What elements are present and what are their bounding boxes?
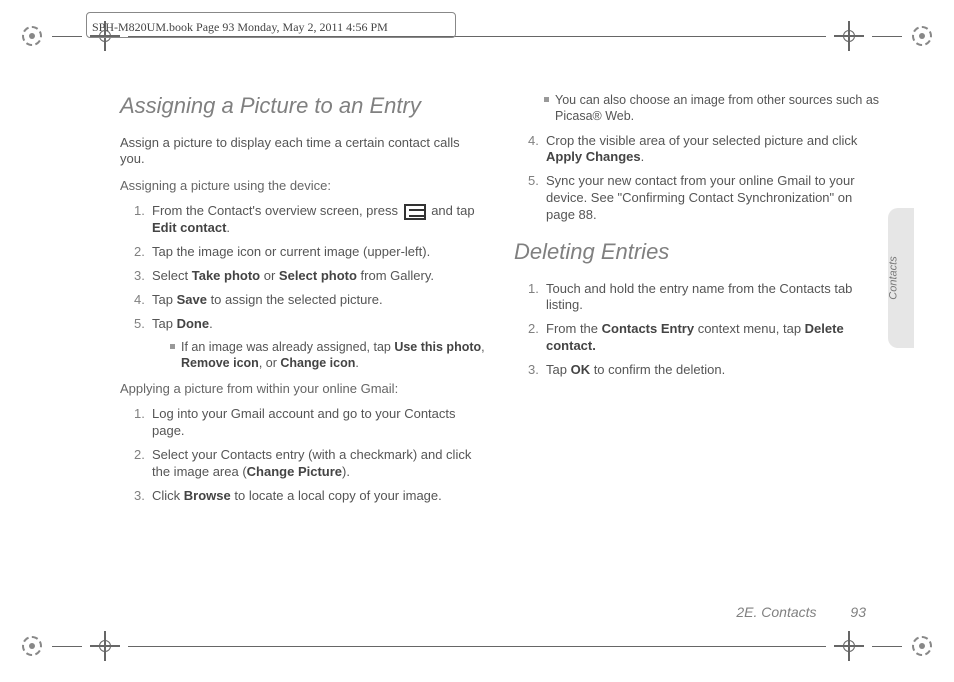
steps-gmail: 1. Log into your Gmail account and go to… — [134, 406, 486, 504]
sub-bullet: If an image was already assigned, tap Us… — [170, 339, 486, 372]
step-3: 3. Select Take photo or Select photo fro… — [134, 268, 486, 285]
side-tab-label: Contacts — [888, 256, 900, 299]
gmail-step-1: 1. Log into your Gmail account and go to… — [134, 406, 486, 440]
steps-delete: 1. Touch and hold the entry name from th… — [528, 281, 880, 379]
footer-page: 93 — [850, 604, 866, 620]
crop-sun-icon — [910, 634, 934, 658]
subhead-gmail: Applying a picture from within your onli… — [120, 381, 486, 398]
gmail-step-2: 2. Select your Contacts entry (with a ch… — [134, 447, 486, 481]
column-left: Assigning a Picture to an Entry Assign a… — [120, 92, 486, 511]
gmail-step-3: 3. Click Browse to locate a local copy o… — [134, 488, 486, 505]
page-footer: 2E. Contacts 93 — [736, 604, 866, 620]
crop-sun-icon — [910, 24, 934, 48]
step-2: 2. Tap the image icon or current image (… — [134, 244, 486, 261]
cross-mark-icon — [90, 631, 120, 661]
footer-section: 2E. Contacts — [736, 604, 816, 620]
gmail-step-4: 4. Crop the visible area of your selecte… — [528, 133, 880, 167]
page-content: Assigning a Picture to an Entry Assign a… — [120, 92, 880, 511]
crop-sun-icon — [20, 634, 44, 658]
del-step-1: 1. Touch and hold the entry name from th… — [528, 281, 880, 315]
header-book-info: SPH-M820UM.book Page 93 Monday, May 2, 2… — [92, 20, 388, 35]
cross-mark-icon — [834, 631, 864, 661]
crop-sun-icon — [20, 24, 44, 48]
subhead-device: Assigning a picture using the device: — [120, 178, 486, 195]
sub-bullet-picasa: You can also choose an image from other … — [544, 92, 880, 125]
menu-icon — [404, 204, 426, 220]
del-step-3: 3. Tap OK to confirm the deletion. — [528, 362, 880, 379]
section-title-assign: Assigning a Picture to an Entry — [120, 92, 486, 121]
step-5: 5. Tap Done. If an image was already ass… — [134, 316, 486, 371]
steps-gmail-cont: 4. Crop the visible area of your selecte… — [528, 133, 880, 224]
cross-mark-icon — [834, 21, 864, 51]
bullet-square-icon — [544, 97, 549, 102]
crop-marks-bottom — [0, 626, 954, 666]
intro-text: Assign a picture to display each time a … — [120, 135, 486, 169]
step-4: 4. Tap Save to assign the selected pictu… — [134, 292, 486, 309]
step-1: 1. From the Contact's overview screen, p… — [134, 203, 486, 237]
gmail-step-5: 5. Sync your new contact from your onlin… — [528, 173, 880, 224]
section-title-delete: Deleting Entries — [514, 238, 880, 267]
side-tab: Contacts — [888, 208, 914, 348]
del-step-2: 2. From the Contacts Entry context menu,… — [528, 321, 880, 355]
column-right: You can also choose an image from other … — [514, 92, 880, 511]
steps-device: 1. From the Contact's overview screen, p… — [134, 203, 486, 371]
bullet-square-icon — [170, 344, 175, 349]
